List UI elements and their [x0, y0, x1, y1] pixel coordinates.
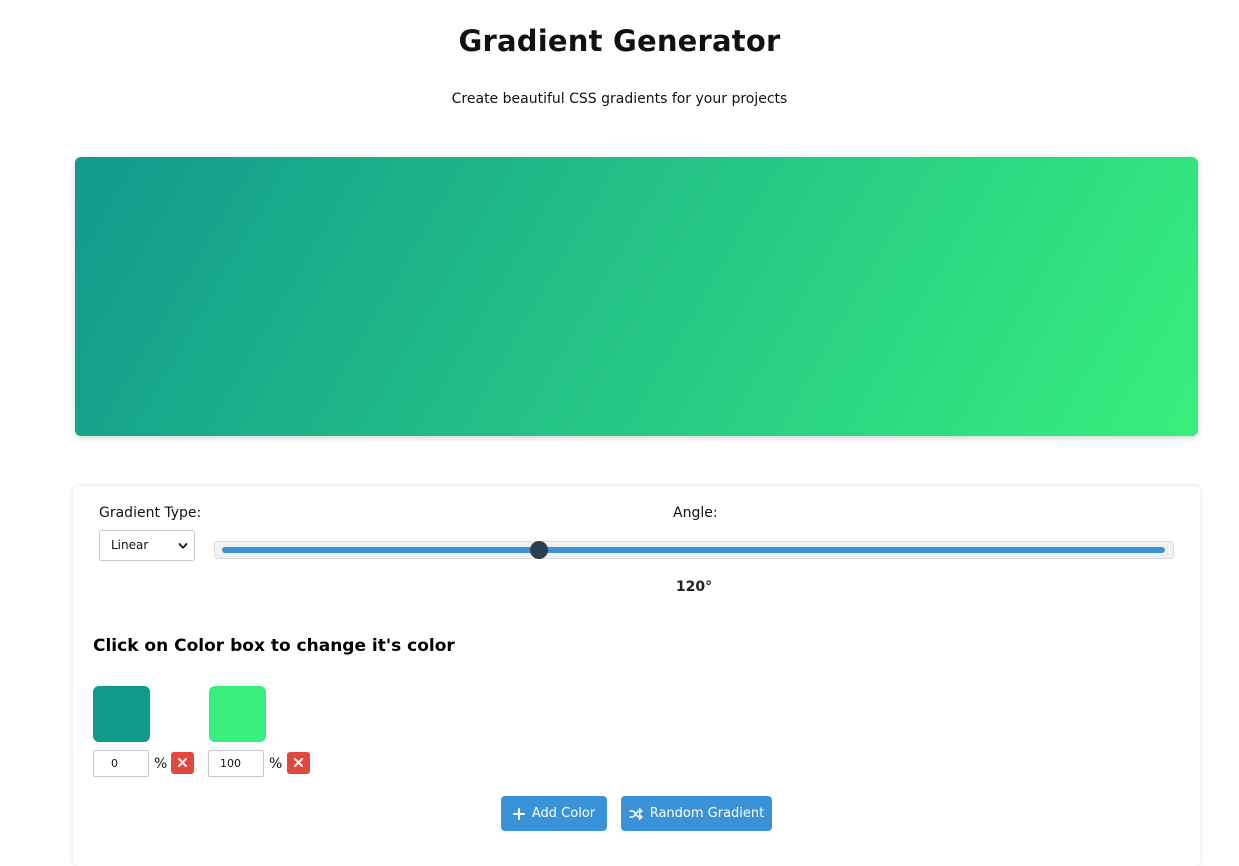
random-gradient-button[interactable]: Random Gradient — [621, 796, 772, 831]
remove-color-button[interactable] — [171, 752, 194, 774]
percent-label: % — [154, 756, 168, 772]
angle-slider-track[interactable] — [222, 547, 1165, 553]
color-swatch[interactable] — [209, 686, 266, 742]
gradient-type-label: Gradient Type: — [99, 505, 202, 521]
add-color-button[interactable]: Add Color — [501, 796, 607, 831]
angle-value: 120° — [675, 579, 713, 595]
gradient-preview — [75, 157, 1198, 436]
page-subtitle: Create beautiful CSS gradients for your … — [451, 91, 788, 107]
plus-icon — [512, 807, 525, 820]
remove-color-button[interactable] — [287, 752, 310, 774]
chevron-down-icon — [178, 543, 188, 549]
color-stops-heading: Click on Color box to change it's color — [93, 636, 455, 656]
angle-label: Angle: — [673, 505, 718, 521]
stop-position-input[interactable]: 100 — [208, 750, 264, 777]
shuffle-icon — [628, 807, 643, 820]
percent-label: % — [269, 756, 283, 772]
random-gradient-label: Random Gradient — [649, 806, 765, 821]
close-icon — [294, 758, 303, 767]
gradient-type-select[interactable]: Linear — [99, 530, 195, 561]
page-title: Gradient Generator — [458, 24, 781, 58]
stop-position-input[interactable]: 0 — [93, 750, 149, 777]
color-swatch[interactable] — [93, 686, 150, 742]
gradient-type-value: Linear — [111, 538, 149, 552]
close-icon — [178, 758, 187, 767]
add-color-label: Add Color — [531, 806, 596, 821]
